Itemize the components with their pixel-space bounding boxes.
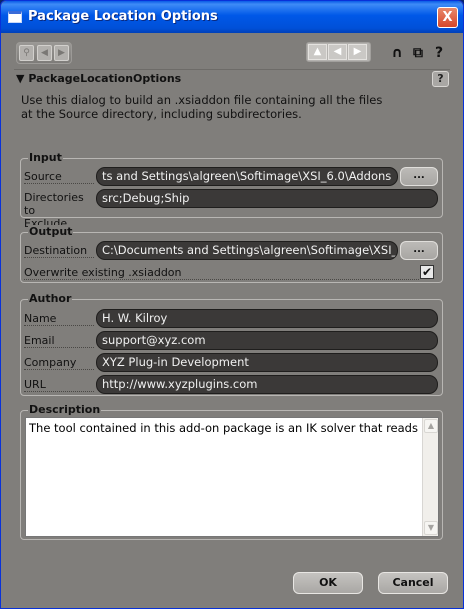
description-text: The tool contained in this add-on packag…: [29, 421, 419, 435]
title-bar[interactable]: Package Location Options X: [1, 1, 463, 33]
toolbar-divider: [14, 69, 450, 70]
description-group: Description The tool contained in this a…: [20, 403, 443, 540]
property-help-button[interactable]: ?: [432, 71, 449, 87]
dialog-window: Package Location Options X ⚲ ◀ ▶ ▲ ◀ ▶ ∩…: [0, 0, 464, 609]
collapse-arrow-icon[interactable]: ▼: [16, 72, 24, 85]
company-label: Company: [24, 356, 94, 370]
property-name: PackageLocationOptions: [28, 72, 182, 85]
cancel-button[interactable]: Cancel: [378, 572, 448, 594]
window-icon: [8, 11, 22, 23]
source-browse-button[interactable]: ...: [400, 167, 438, 186]
overwrite-label: Overwrite existing .xsiaddon: [24, 266, 419, 280]
magnifier-icon[interactable]: ⚲: [19, 45, 34, 61]
help-icon[interactable]: ?: [430, 43, 448, 63]
input-group: Input Source ts and Settings\algreen\Sof…: [20, 151, 443, 230]
name-field[interactable]: H. W. Kilroy: [96, 309, 438, 328]
name-label: Name: [24, 312, 94, 326]
overwrite-checkbox[interactable]: ✔: [420, 265, 434, 279]
nav-group: ⚲ ◀ ▶: [16, 42, 72, 64]
source-field[interactable]: ts and Settings\algreen\Softimage\XSI_6.…: [96, 167, 398, 186]
destination-label: Destination: [24, 244, 94, 258]
author-group: Author Name H. W. Kilroy Email support@x…: [20, 292, 443, 396]
back-icon[interactable]: ◀: [37, 45, 52, 61]
author-group-label: Author: [28, 292, 73, 305]
property-header[interactable]: ▼ PackageLocationOptions: [16, 72, 181, 85]
forward-icon[interactable]: ▶: [54, 45, 69, 61]
email-field[interactable]: support@xyz.com: [96, 331, 438, 350]
dialog-body: ⚲ ◀ ▶ ▲ ◀ ▶ ∩ ⧉ ? ▼ PackageLocationOptio…: [4, 33, 460, 607]
reset-icon[interactable]: ∩: [388, 43, 406, 63]
toolbar: ⚲ ◀ ▶ ▲ ◀ ▶ ∩ ⧉ ?: [4, 33, 460, 71]
output-group: Output Destination C:\Documents and Sett…: [20, 225, 443, 283]
right-arrow-icon[interactable]: ▶: [348, 44, 367, 60]
source-label: Source: [24, 170, 94, 184]
input-group-label: Input: [28, 151, 63, 164]
description-scrollbar[interactable]: ▲ ▼: [422, 418, 438, 536]
description-textarea[interactable]: The tool contained in this add-on packag…: [25, 417, 439, 537]
copy-icon[interactable]: ⧉: [409, 43, 427, 63]
destination-browse-button[interactable]: ...: [400, 241, 438, 260]
description-text-content: The tool contained in this add-on packag…: [29, 421, 419, 435]
arrow-button-group: ▲ ◀ ▶: [306, 42, 371, 62]
scroll-up-icon[interactable]: ▲: [424, 419, 438, 433]
url-label: URL: [24, 378, 94, 392]
close-button[interactable]: X: [437, 7, 458, 28]
intro-line-1: Use this dialog to build an .xsiaddon fi…: [21, 93, 383, 107]
destination-field[interactable]: C:\Documents and Settings\algreen\Softim…: [96, 241, 398, 260]
exclude-field[interactable]: src;Debug;Ship: [96, 189, 438, 208]
url-field[interactable]: http://www.xyzplugins.com: [96, 375, 438, 394]
window-title: Package Location Options: [28, 9, 218, 24]
exclude-label-line-1: Directories to: [24, 191, 84, 217]
company-field[interactable]: XYZ Plug-in Development: [96, 353, 438, 372]
description-group-label: Description: [28, 403, 102, 416]
scroll-down-icon[interactable]: ▼: [424, 521, 438, 535]
output-group-label: Output: [28, 225, 74, 238]
intro-description: Use this dialog to build an .xsiaddon fi…: [21, 93, 441, 121]
intro-line-2: at the Source directory, including subdi…: [21, 107, 302, 121]
ok-button[interactable]: OK: [293, 572, 363, 594]
email-label: Email: [24, 334, 94, 348]
up-arrow-icon[interactable]: ▲: [308, 44, 327, 60]
left-arrow-icon[interactable]: ◀: [328, 44, 347, 60]
